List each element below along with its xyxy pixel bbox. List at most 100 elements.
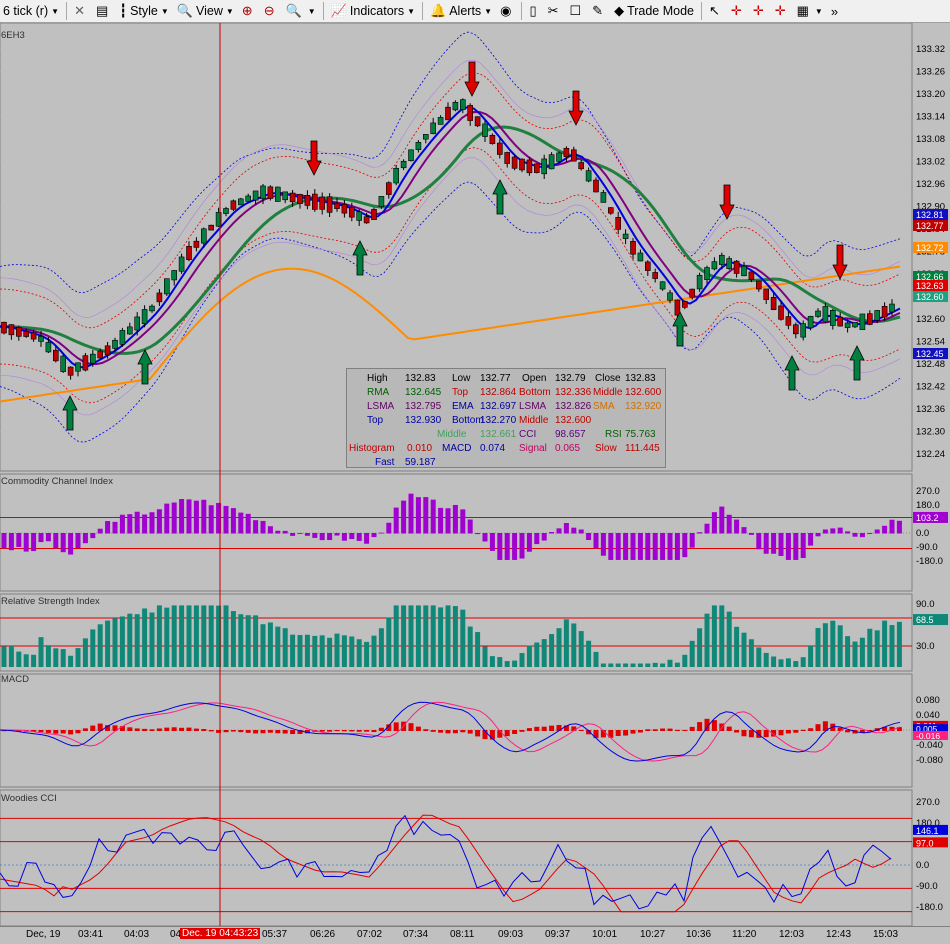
rsi-bar xyxy=(334,633,340,667)
rsi-bar xyxy=(319,635,325,667)
macd-histogram-bar xyxy=(674,729,680,731)
cci-bar xyxy=(896,520,902,534)
chart-area[interactable]: 133.32 133.26 133.20 133.14 133.08 133.02 132.… xyxy=(0,23,950,926)
candle xyxy=(252,190,259,201)
alerts-menu[interactable]: 🔔 Alerts ▼ xyxy=(427,1,495,21)
candle xyxy=(548,154,555,170)
view-menu[interactable]: 🔍 View ▼ xyxy=(174,1,237,21)
macd-histogram-bar xyxy=(68,730,74,735)
rsi-bar xyxy=(497,657,503,667)
data-box-field: 132.83 xyxy=(405,373,436,384)
cci-bar xyxy=(82,533,88,544)
globe-icon[interactable]: ◉ xyxy=(497,1,517,21)
price-tick: 132.96 xyxy=(916,179,945,190)
macd-histogram-bar xyxy=(253,730,259,734)
data-box-field: Fast xyxy=(375,457,395,468)
phone-icon[interactable]: ▯ xyxy=(526,1,542,21)
rsi-bar xyxy=(771,656,777,667)
cci-bar xyxy=(593,533,599,549)
candle xyxy=(378,196,385,207)
cci-bar xyxy=(637,533,643,560)
cci-bar xyxy=(60,533,66,553)
cci-bar xyxy=(512,533,518,560)
rsi-bar xyxy=(726,611,732,667)
close-icon[interactable]: ✕ xyxy=(71,1,91,21)
cci-tick: 180.0 xyxy=(916,500,940,511)
candle xyxy=(755,280,762,290)
candle xyxy=(667,292,673,301)
cci-bar xyxy=(608,533,614,560)
cci-bar xyxy=(771,533,777,554)
time-label: 10:27 xyxy=(640,929,666,940)
rectangle-icon[interactable]: ☐ xyxy=(567,1,588,21)
candle xyxy=(733,260,740,274)
candle xyxy=(282,191,289,201)
candle xyxy=(496,142,503,155)
macd-histogram-bar xyxy=(808,728,814,731)
candle xyxy=(30,332,37,340)
period-selector[interactable]: 6 tick (r) ▼ xyxy=(0,1,62,21)
data-box-field: 132.920 xyxy=(625,401,662,412)
candle xyxy=(859,313,866,331)
price-marker-text: 132.63 xyxy=(916,281,944,291)
zoom-in-icon[interactable]: ⊕ xyxy=(239,1,259,21)
overflow-icon[interactable]: » xyxy=(828,1,844,21)
macd-histogram-bar xyxy=(748,730,754,738)
list-icon[interactable]: ▦ ▼ xyxy=(794,1,826,21)
macd-histogram-bar xyxy=(82,728,88,731)
candle xyxy=(141,309,148,324)
macd-histogram-bar xyxy=(238,730,244,733)
candle xyxy=(585,170,592,182)
zoom-menu-icon[interactable]: 🔍 ▼ xyxy=(283,1,319,21)
rsi-bar xyxy=(674,662,680,667)
cci-bar xyxy=(149,512,155,534)
rsi-bar xyxy=(578,631,584,667)
time-label: 07:02 xyxy=(357,929,383,940)
time-label: 04:03 xyxy=(124,929,150,940)
time-label: 11:20 xyxy=(732,929,757,940)
crosshair-global-icon[interactable]: ✛ xyxy=(750,1,770,21)
style-menu[interactable]: ┇ Style ▼ xyxy=(116,1,172,21)
cci-bar xyxy=(460,509,466,534)
indicators-menu[interactable]: 📈 Indicators ▼ xyxy=(328,1,418,21)
candle xyxy=(881,305,888,318)
trade-mode-button[interactable]: ◆ Trade Mode xyxy=(611,1,697,21)
zoom-out-icon[interactable]: ⊖ xyxy=(261,1,281,21)
rsi-bar xyxy=(105,620,111,667)
price-marker-text: 132.81 xyxy=(916,210,944,220)
rsi-bar xyxy=(822,623,828,667)
price-marker-text: 132.72 xyxy=(916,243,944,253)
rsi-bar xyxy=(593,651,599,667)
candle xyxy=(245,195,251,202)
rsi-bar xyxy=(704,613,710,667)
crosshair-lock-icon[interactable]: ✛ xyxy=(772,1,792,21)
woodies-tick: -180.0 xyxy=(916,902,943,913)
cci-bar xyxy=(763,533,769,554)
cci-bar xyxy=(682,533,688,558)
cci-bar xyxy=(349,533,355,540)
draw-icon[interactable]: ✎ xyxy=(589,1,609,21)
macd-histogram-bar xyxy=(193,728,199,731)
macd-panel-label: MACD xyxy=(1,674,29,685)
pointer-icon[interactable]: ↖ xyxy=(706,1,726,21)
data-box-field: Middle xyxy=(519,415,549,426)
tools-icon[interactable]: ✂ xyxy=(545,1,565,21)
rsi-bar xyxy=(549,634,555,667)
macd-histogram-bar xyxy=(134,728,140,731)
rsi-bar xyxy=(60,649,66,667)
price-tick: 132.24 xyxy=(916,449,945,460)
properties-icon[interactable]: ▤ xyxy=(93,1,114,21)
cci-bar xyxy=(238,512,244,534)
macd-histogram-bar xyxy=(452,730,458,734)
crosshair-icon[interactable]: ✛ xyxy=(728,1,748,21)
cci-bar xyxy=(711,512,717,534)
candle xyxy=(238,198,244,206)
rsi-bar xyxy=(748,639,754,667)
candle xyxy=(1,321,7,334)
rsi-bar xyxy=(526,645,532,667)
candle xyxy=(201,228,207,244)
macd-histogram-bar xyxy=(260,730,266,734)
cci-bar xyxy=(134,511,140,534)
rsi-bar xyxy=(238,614,244,667)
cci-bar xyxy=(674,533,680,560)
